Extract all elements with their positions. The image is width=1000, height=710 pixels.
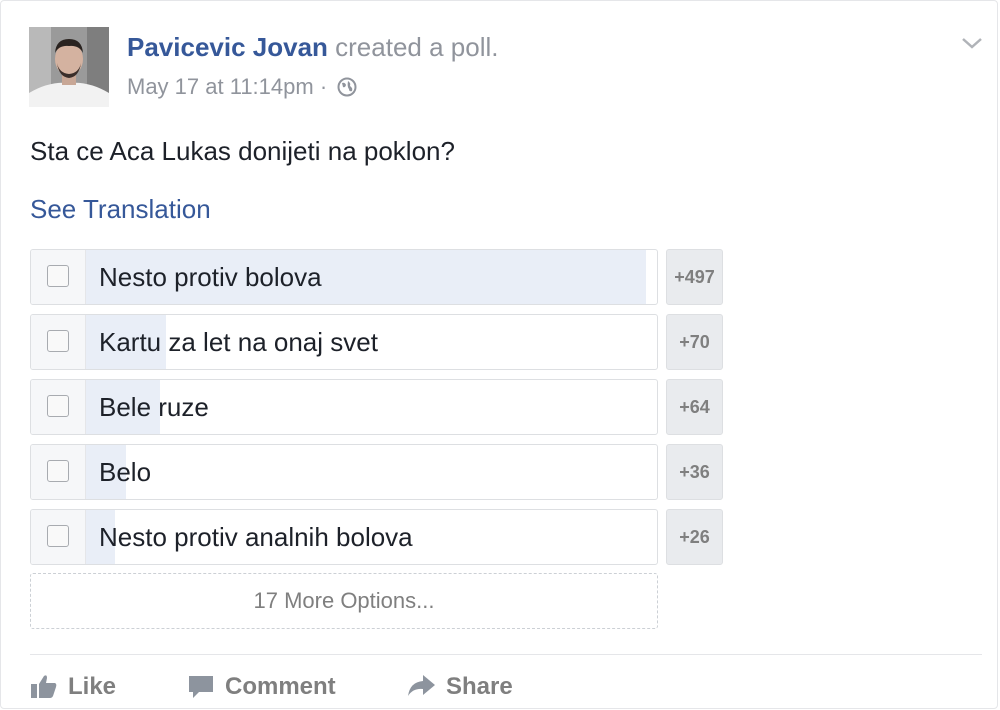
- poll-option-label: Belo: [99, 457, 152, 487]
- comment-icon: [189, 676, 213, 698]
- poll-option-label: Nesto protiv bolova: [99, 262, 322, 292]
- actions-divider: [30, 654, 982, 655]
- like-label: Like: [68, 673, 117, 700]
- post-timestamp[interactable]: May 17 at 11:14pm: [127, 74, 314, 99]
- vote-count[interactable]: +64: [666, 379, 723, 435]
- poll-question: Sta ce Aca Lukas donijeti na poklon?: [30, 136, 455, 166]
- post-header: Pavicevic Jovan created a poll.: [127, 31, 498, 63]
- checkbox-cell: [31, 445, 86, 499]
- post-options-chevron-icon[interactable]: [959, 33, 985, 53]
- globe-icon[interactable]: [337, 76, 357, 104]
- vote-count[interactable]: +26: [666, 509, 723, 565]
- checkbox-cell: [31, 510, 86, 564]
- checkbox-cell: [31, 315, 86, 369]
- poll-post: Pavicevic Jovan created a poll. May 17 a…: [0, 0, 998, 709]
- thumbs-up-icon: [31, 675, 57, 698]
- vote-count[interactable]: +36: [666, 444, 723, 500]
- checkbox[interactable]: [47, 525, 69, 547]
- post-meta: May 17 at 11:14pm ·: [127, 73, 357, 104]
- checkbox-cell: [31, 380, 86, 434]
- share-button[interactable]: Share: [406, 669, 513, 705]
- avatar-image: [29, 27, 109, 107]
- poll-option-label: Nesto protiv analnih bolova: [99, 522, 413, 552]
- checkbox[interactable]: [47, 330, 69, 352]
- author-name[interactable]: Pavicevic Jovan: [127, 32, 328, 62]
- like-button[interactable]: Like: [30, 669, 116, 705]
- vote-count[interactable]: +70: [666, 314, 723, 370]
- more-options-button[interactable]: 17 More Options...: [30, 573, 658, 629]
- vote-count[interactable]: +497: [666, 249, 723, 305]
- checkbox[interactable]: [47, 460, 69, 482]
- comment-label: Comment: [225, 673, 336, 700]
- poll-option-label: Bele ruze: [99, 392, 209, 422]
- checkbox[interactable]: [47, 395, 69, 417]
- post-action-text: created a poll.: [327, 32, 499, 62]
- checkbox[interactable]: [47, 265, 69, 287]
- poll-option[interactable]: Nesto protiv analnih bolova: [30, 509, 658, 565]
- share-label: Share: [446, 673, 513, 700]
- poll-option[interactable]: Kartu za let na onaj svet: [30, 314, 658, 370]
- see-translation-link[interactable]: See Translation: [30, 193, 211, 225]
- poll-option[interactable]: Nesto protiv bolova: [30, 249, 658, 305]
- avatar[interactable]: [29, 27, 109, 107]
- poll-option[interactable]: Belo: [30, 444, 658, 500]
- comment-button[interactable]: Comment: [187, 669, 336, 705]
- meta-separator: ·: [313, 74, 334, 99]
- checkbox-cell: [31, 250, 86, 304]
- poll-option[interactable]: Bele ruze: [30, 379, 658, 435]
- share-arrow-icon: [408, 675, 435, 696]
- poll-option-label: Kartu za let na onaj svet: [99, 327, 378, 357]
